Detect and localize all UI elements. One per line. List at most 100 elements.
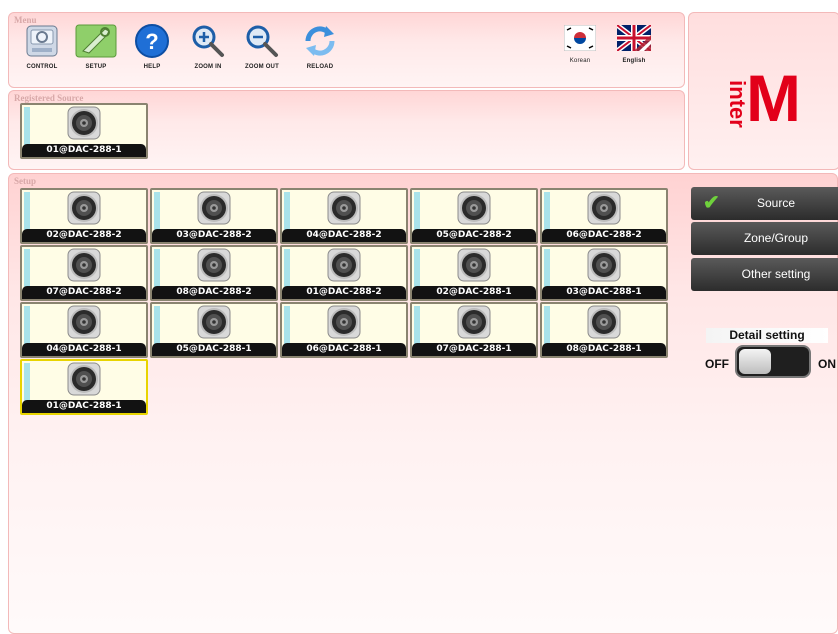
uk-us-flag-icon (615, 23, 653, 53)
source-tile[interactable]: 02@DAC-288-1 (410, 245, 538, 301)
tile-color-stripe (544, 249, 550, 287)
svg-text:?: ? (145, 29, 158, 54)
tile-name: 03@DAC-288-2 (152, 229, 276, 242)
tile-name: 06@DAC-288-2 (542, 229, 666, 242)
zoom-in-button[interactable]: ZOOM IN (181, 23, 235, 70)
source-tile[interactable]: 03@DAC-288-2 (150, 188, 278, 244)
on-label: ON (818, 357, 836, 371)
tile-name: 08@DAC-288-1 (542, 343, 666, 356)
source-tile[interactable]: 08@DAC-288-2 (150, 245, 278, 301)
source-tile[interactable]: 02@DAC-288-2 (20, 188, 148, 244)
source-tile[interactable]: 06@DAC-288-2 (540, 188, 668, 244)
tile-color-stripe (414, 306, 420, 344)
speaker-icon (457, 248, 491, 282)
speaker-icon (67, 106, 101, 140)
tile-name: 02@DAC-288-2 (22, 229, 146, 242)
speaker-icon (457, 305, 491, 339)
tile-name: 02@DAC-288-1 (412, 286, 536, 299)
tile-color-stripe (154, 249, 160, 287)
tile-color-stripe (154, 306, 160, 344)
source-tile[interactable]: 05@DAC-288-2 (410, 188, 538, 244)
source-tile[interactable]: 01@DAC-288-1 (20, 359, 148, 415)
korean-label: Korean (569, 58, 591, 64)
setup-button[interactable]: SETUP (69, 23, 123, 70)
speaker-icon (67, 362, 101, 396)
checkmark-icon: ✔ (703, 192, 720, 214)
english-label: English (622, 58, 646, 64)
detail-setting-toggle[interactable] (735, 345, 811, 378)
logo-m-text: M (746, 61, 801, 135)
help-button[interactable]: ? HELP (125, 23, 179, 70)
tile-name: 04@DAC-288-1 (22, 343, 146, 356)
speaker-icon (327, 191, 361, 225)
tile-name: 05@DAC-288-2 (412, 229, 536, 242)
speaker-icon (587, 305, 621, 339)
tile-name: 07@DAC-288-1 (412, 343, 536, 356)
registered-source-panel: Registered Source 01@DAC-288-1 (8, 90, 685, 170)
speaker-icon (197, 305, 231, 339)
off-label: OFF (705, 357, 729, 371)
speaker-icon (197, 248, 231, 282)
zoom-in-label: ZOOM IN (194, 64, 222, 70)
tile-name: 04@DAC-288-2 (282, 229, 406, 242)
reload-label: RELOAD (306, 64, 334, 70)
setup-label: SETUP (85, 64, 107, 70)
registered-source-title: Registered Source (14, 93, 84, 103)
brand-logo: inter M (725, 63, 819, 133)
tile-color-stripe (284, 192, 290, 230)
source-tile[interactable]: 08@DAC-288-1 (540, 302, 668, 358)
zoom-in-icon (190, 23, 226, 59)
zone-group-button[interactable]: Zone/Group (691, 222, 838, 255)
source-tile[interactable]: 07@DAC-288-2 (20, 245, 148, 301)
control-label: CONTROL (26, 64, 58, 70)
speaker-icon (587, 248, 621, 282)
source-tile[interactable]: 01@DAC-288-1 (20, 103, 148, 159)
source-tile[interactable]: 06@DAC-288-1 (280, 302, 408, 358)
tile-name: 07@DAC-288-2 (22, 286, 146, 299)
zoom-out-label: ZOOM OUT (245, 64, 279, 70)
english-language-button[interactable]: English (611, 23, 657, 64)
tile-name: 08@DAC-288-2 (152, 286, 276, 299)
setup-tools-icon (75, 23, 117, 59)
setup-panel-title: Setup (14, 176, 37, 186)
speaker-icon (197, 191, 231, 225)
tile-color-stripe (284, 306, 290, 344)
reload-button[interactable]: RELOAD (293, 23, 347, 70)
source-button[interactable]: ✔ Source (691, 187, 838, 220)
korea-flag-icon (563, 24, 597, 53)
source-tile[interactable]: 04@DAC-288-1 (20, 302, 148, 358)
tile-name: 01@DAC-288-1 (22, 144, 146, 157)
tile-color-stripe (24, 249, 30, 287)
tile-name: 01@DAC-288-1 (22, 400, 146, 413)
tile-color-stripe (284, 249, 290, 287)
speaker-icon (327, 305, 361, 339)
speaker-icon (457, 191, 491, 225)
zoom-out-button[interactable]: ZOOM OUT (235, 23, 289, 70)
tile-name: 03@DAC-288-1 (542, 286, 666, 299)
speaker-icon (67, 191, 101, 225)
control-panel-icon (24, 23, 60, 59)
zoom-out-icon (244, 23, 280, 59)
tile-color-stripe (414, 192, 420, 230)
tile-color-stripe (24, 363, 30, 401)
tile-color-stripe (24, 306, 30, 344)
toggle-knob[interactable] (739, 349, 771, 374)
other-setting-button[interactable]: Other setting (691, 258, 838, 291)
tile-name: 06@DAC-288-1 (282, 343, 406, 356)
source-tile[interactable]: 01@DAC-288-2 (280, 245, 408, 301)
tile-color-stripe (24, 107, 30, 145)
source-tile[interactable]: 03@DAC-288-1 (540, 245, 668, 301)
source-tile[interactable]: 07@DAC-288-1 (410, 302, 538, 358)
control-button[interactable]: CONTROL (15, 23, 69, 70)
source-tile[interactable]: 04@DAC-288-2 (280, 188, 408, 244)
reload-icon (302, 23, 338, 59)
source-tile[interactable]: 05@DAC-288-1 (150, 302, 278, 358)
other-setting-button-label: Other setting (741, 267, 811, 281)
help-label: HELP (143, 64, 161, 70)
speaker-icon (327, 248, 361, 282)
logo-panel: inter M (688, 12, 838, 170)
korean-language-button[interactable]: Korean (557, 23, 603, 64)
speaker-icon (67, 305, 101, 339)
detail-setting-label: Detail setting (706, 328, 828, 343)
tile-name: 05@DAC-288-1 (152, 343, 276, 356)
